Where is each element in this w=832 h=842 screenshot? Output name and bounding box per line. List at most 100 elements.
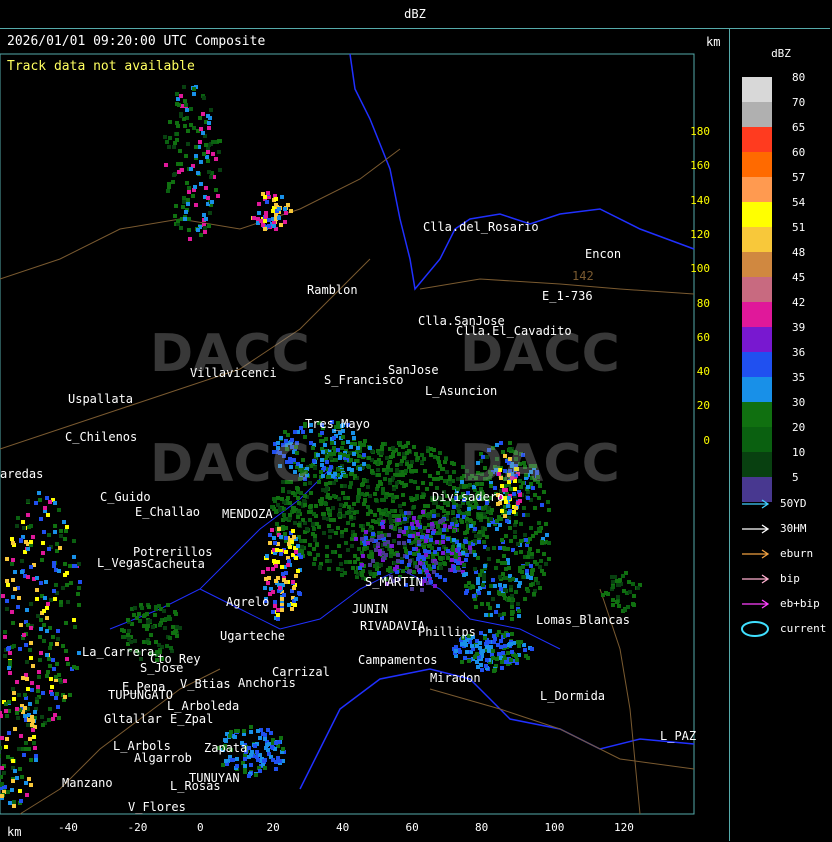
- legend-swatch: [742, 202, 772, 227]
- place-label: L_PAZ: [660, 729, 697, 743]
- legend-swatch: [742, 177, 772, 202]
- legend-symbol-label: 30HM: [780, 522, 807, 535]
- place-label: L_Arboleda: [167, 699, 240, 713]
- y-tick-label: 80: [696, 296, 710, 310]
- legend-color-row: 42: [742, 296, 832, 327]
- place-label: E_1-736: [542, 289, 593, 303]
- place-label: MENDOZA: [222, 507, 273, 521]
- legend-symbol-label: eb+bip: [780, 597, 820, 610]
- place-label: Algarrob: [134, 751, 192, 765]
- place-label: Villavicenci: [190, 366, 277, 380]
- x-tick-label: 100: [544, 821, 565, 834]
- km-label-bottom: km: [7, 825, 22, 839]
- legend-color-row: 54: [742, 196, 832, 227]
- dbz-legend: dBZ 80 70 65 60 57 54 51 48 45 42 39 36 35 30 20 10 5 50…: [730, 29, 832, 841]
- place-label: 142: [572, 269, 594, 283]
- place-label: Tres_Mayo: [305, 417, 371, 431]
- legend-color-row: 80: [742, 71, 832, 102]
- legend-value: 10: [792, 446, 806, 459]
- y-tick-label: 20: [696, 399, 710, 413]
- y-tick-label: 160: [690, 159, 710, 173]
- place-label: SanJose: [388, 363, 439, 377]
- radar-map-panel[interactable]: 2026/01/01 09:20:00 UTC Composite Track …: [0, 29, 730, 841]
- legend-color-row: 20: [742, 421, 832, 452]
- legend-value: 5: [792, 471, 799, 484]
- legend-value: 42: [792, 296, 806, 309]
- place-label: C_Chilenos: [65, 430, 138, 444]
- place-label: Gltallar: [104, 712, 162, 726]
- arrow-icon: [742, 574, 770, 584]
- legend-value: 51: [792, 221, 806, 234]
- legend-value: 60: [792, 146, 806, 159]
- arrow-icon: [742, 549, 770, 559]
- legend-color-row: 57: [742, 171, 832, 202]
- legend-swatch: [742, 302, 772, 327]
- place-label: Ramblon: [307, 283, 358, 297]
- y-tick-label: 180: [690, 125, 710, 138]
- place-label: L_Vegas: [97, 556, 148, 570]
- y-tick-label: 40: [696, 365, 710, 379]
- legend-symbol-label: 50YD: [780, 497, 807, 510]
- place-label: Miradon: [430, 671, 481, 685]
- legend-color-row: 30: [742, 396, 832, 427]
- boundary-line: [349, 53, 695, 291]
- legend-swatch: [742, 327, 772, 352]
- map-header: 2026/01/01 09:20:00 UTC Composite: [7, 34, 266, 49]
- legend-symbol-label: eburn: [780, 547, 814, 560]
- watermark-logo: DACC: [150, 434, 310, 494]
- legend-value: 39: [792, 321, 806, 334]
- place-label: L_Dormida: [540, 689, 606, 703]
- place-label: Uspallata: [68, 392, 134, 406]
- place-label: Agrelo: [226, 595, 270, 609]
- place-label: Manzano: [62, 776, 113, 790]
- place-label: Campamentos: [358, 653, 438, 667]
- km-label-top: km: [706, 35, 721, 49]
- legend-swatch: [742, 152, 772, 177]
- place-label: Encon: [585, 247, 622, 261]
- arrow-icon: [742, 599, 770, 609]
- legend-color-row: 65: [742, 121, 832, 152]
- legend-swatch: [742, 452, 772, 477]
- legend-color-row: 51: [742, 221, 832, 252]
- place-label: L_Rosas: [170, 779, 221, 793]
- legend-value: 80: [792, 71, 806, 84]
- y-tick-label: 0: [703, 433, 710, 447]
- x-tick-label: 40: [336, 821, 350, 834]
- x-tick-label: 0: [197, 821, 204, 834]
- place-label: JUNIN: [352, 602, 389, 616]
- x-tick-label: -40: [58, 821, 78, 834]
- legend-value: 70: [792, 96, 806, 109]
- legend-swatch: [742, 277, 772, 302]
- legend-color-row: 10: [742, 446, 832, 477]
- place-label: S_MARTIN: [365, 575, 423, 589]
- legend-swatch: [742, 102, 772, 127]
- legend-symbol-row: 30HM: [740, 520, 830, 538]
- place-label: S_Jose: [140, 661, 184, 675]
- window-title: dBZ: [404, 7, 426, 21]
- legend-value: 54: [792, 196, 806, 209]
- legend-color-row: 39: [742, 321, 832, 352]
- title-bar: dBZ: [0, 0, 830, 29]
- y-tick-label: 60: [696, 330, 710, 344]
- boundary-line: [299, 668, 695, 790]
- legend-symbol-row: bip: [740, 570, 830, 588]
- legend-swatch: [742, 77, 772, 102]
- legend-swatch: [742, 427, 772, 452]
- x-tick-label: -20: [127, 821, 148, 834]
- legend-color-row: 35: [742, 371, 832, 402]
- y-tick-label: 100: [690, 262, 710, 276]
- legend-value: 36: [792, 346, 806, 359]
- place-label: C_Guido: [100, 490, 151, 504]
- legend-color-row: 70: [742, 96, 832, 127]
- arrow-icon: [742, 499, 770, 509]
- legend-value: 57: [792, 171, 806, 184]
- y-tick-label: 140: [690, 193, 710, 207]
- legend-swatch: [742, 227, 772, 252]
- place-label: Lomas_Blancas: [536, 613, 630, 627]
- legend-swatch: [742, 252, 772, 277]
- legend-swatch: [742, 352, 772, 377]
- legend-swatch: [742, 377, 772, 402]
- legend-symbol-label: current: [780, 622, 827, 635]
- place-label: Divisadero: [432, 490, 505, 504]
- place-label: E_Zpal: [170, 712, 214, 726]
